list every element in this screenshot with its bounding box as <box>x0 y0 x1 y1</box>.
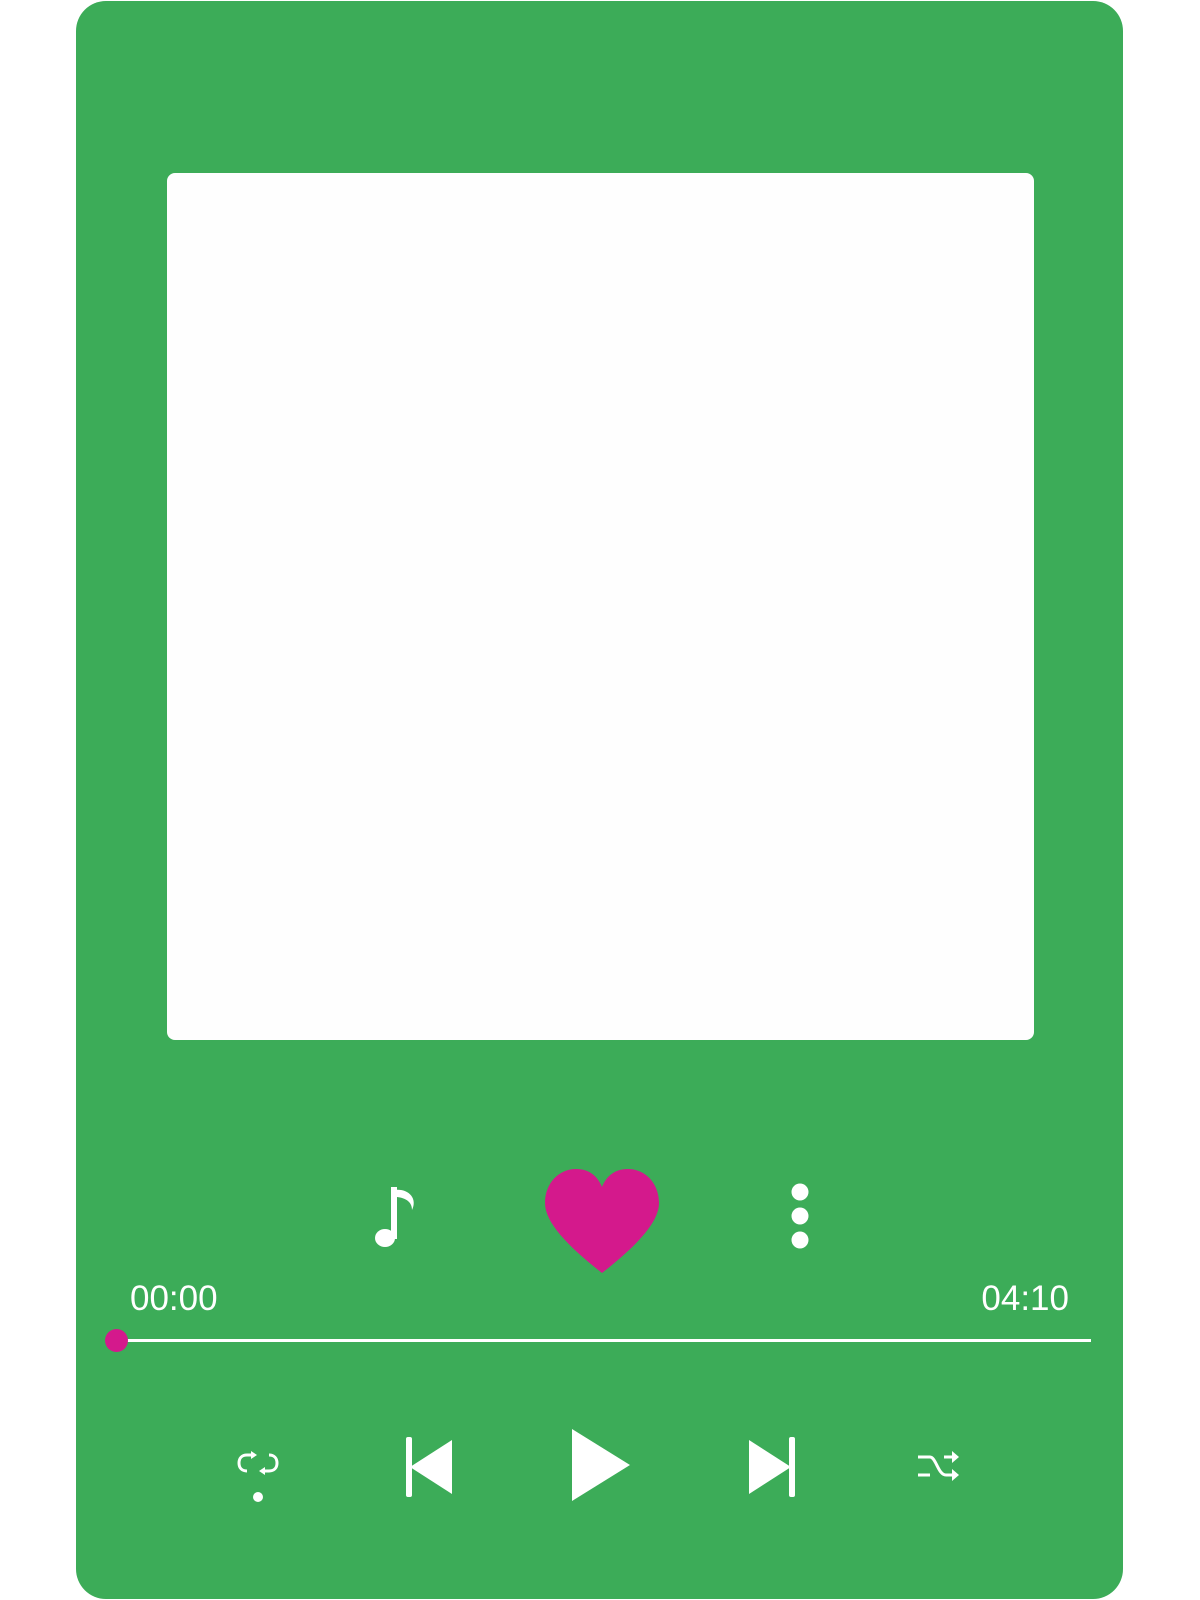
total-duration: 04:10 <box>981 1279 1069 1318</box>
album-artwork <box>167 173 1034 1040</box>
music-note-icon[interactable] <box>374 1184 422 1248</box>
skip-next-icon[interactable] <box>748 1437 796 1497</box>
elapsed-time: 00:00 <box>130 1279 218 1318</box>
skip-previous-icon[interactable] <box>405 1437 453 1497</box>
heart-icon[interactable] <box>543 1167 661 1275</box>
progress-bar[interactable] <box>105 1329 1091 1352</box>
repeat-icon[interactable] <box>237 1449 279 1505</box>
shuffle-icon[interactable] <box>918 1450 960 1482</box>
music-player-card: 00:00 04:10 <box>76 1 1123 1599</box>
play-icon[interactable] <box>571 1428 631 1502</box>
progress-thumb[interactable] <box>105 1329 128 1352</box>
more-vertical-icon[interactable] <box>790 1183 810 1249</box>
